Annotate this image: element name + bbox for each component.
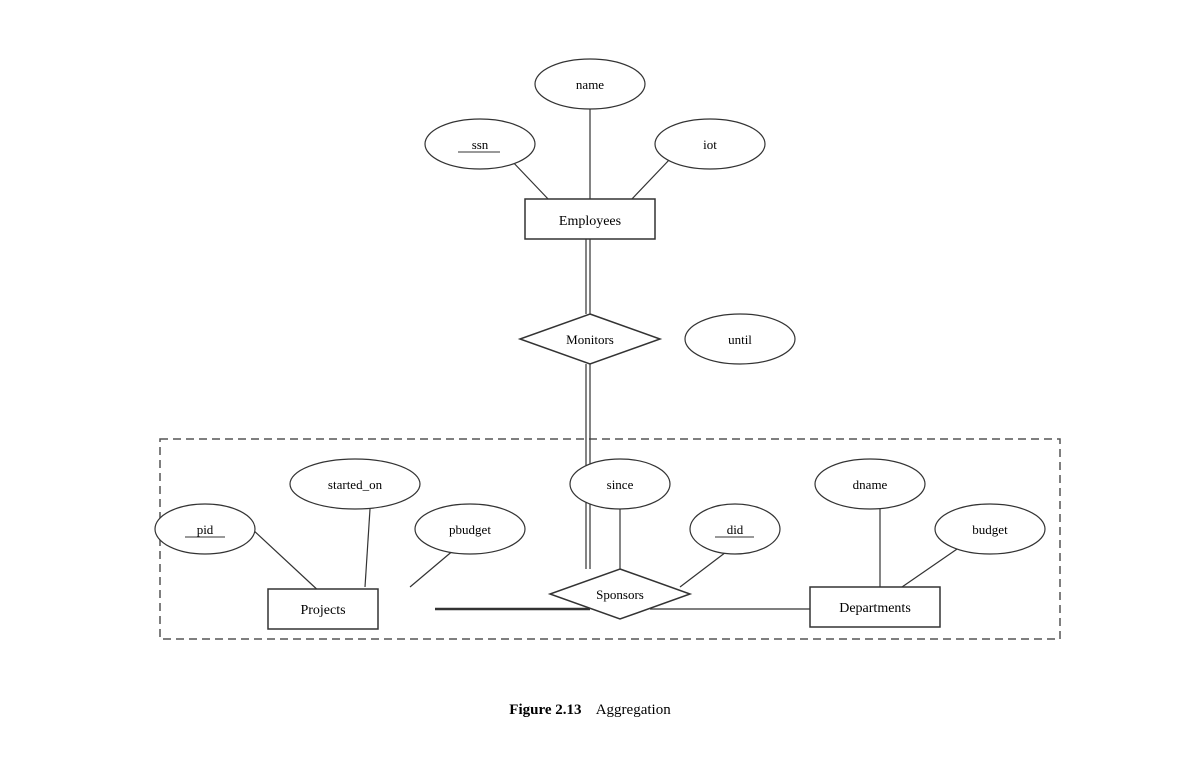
rel-sponsors-label: Sponsors: [596, 587, 644, 602]
figure-number: Figure 2.13: [509, 702, 581, 718]
attr-pbudget-label: pbudget: [449, 522, 491, 537]
rel-monitors-label: Monitors: [566, 332, 614, 347]
attr-dname-label: dname: [853, 477, 888, 492]
figure-caption: Figure 2.13 Aggregation: [509, 702, 670, 719]
entity-employees-label: Employees: [559, 214, 621, 229]
attr-started-on-label: started_on: [328, 477, 383, 492]
attr-since-label: since: [607, 477, 634, 492]
entity-projects-label: Projects: [300, 603, 345, 618]
attr-name-label: name: [576, 77, 604, 92]
attr-budget-label: budget: [972, 522, 1008, 537]
attr-until-label: until: [728, 332, 752, 347]
attr-ssn-label: ssn: [472, 137, 489, 152]
attr-pid-label: pid: [197, 522, 214, 537]
entity-departments-label: Departments: [839, 601, 911, 616]
attr-did-label: did: [727, 522, 744, 537]
er-diagram: name ssn iot Employees Monitors until pi…: [90, 29, 1090, 729]
attr-iot-label: iot: [703, 137, 717, 152]
figure-description: Aggregation: [596, 702, 671, 718]
